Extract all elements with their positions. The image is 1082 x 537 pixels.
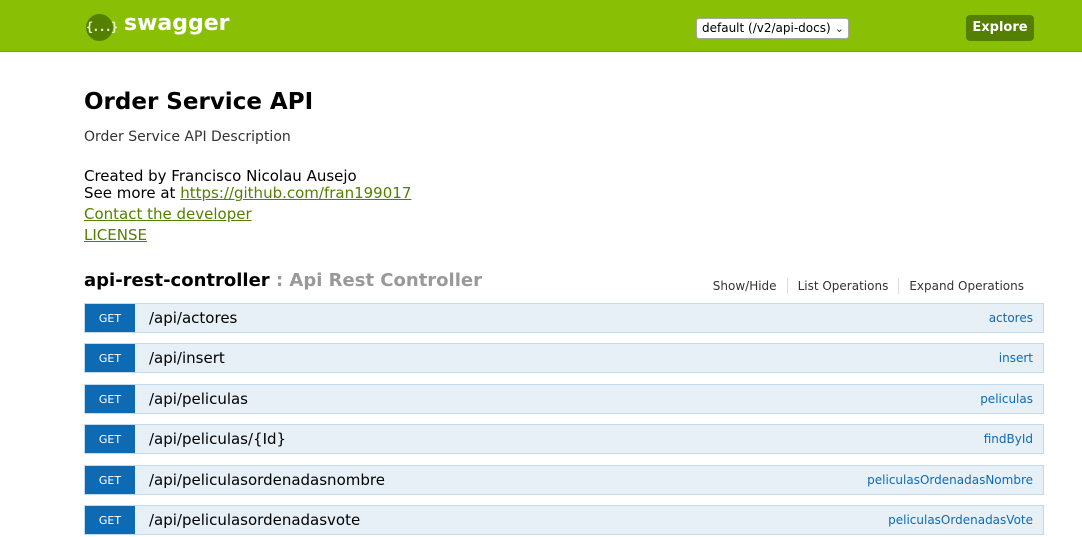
resource-actions: Show/Hide List Operations Expand Operati… <box>703 278 1034 294</box>
spec-select-value: default (/v2/api-docs) <box>702 21 831 35</box>
api-description: Order Service API Description <box>84 129 291 145</box>
method-badge[interactable]: GET <box>85 344 135 373</box>
see-more: See more at https://github.com/fran19901… <box>84 185 411 202</box>
swagger-logo-text[interactable]: swagger <box>124 11 230 36</box>
operation-row[interactable]: GET /api/actores actores <box>84 303 1044 333</box>
operation-row[interactable]: GET /api/peliculasordenadasvote pelicula… <box>84 504 1044 535</box>
github-link[interactable]: https://github.com/fran199017 <box>180 184 411 202</box>
contact-developer-link[interactable]: Contact the developer <box>84 205 252 223</box>
see-more-prefix: See more at <box>84 184 181 202</box>
operations-list: GET /api/actores actores GET /api/insert… <box>84 303 1044 537</box>
operation-row[interactable]: GET /api/insert insert <box>84 343 1044 374</box>
operation-row[interactable]: GET /api/peliculas peliculas <box>84 383 1044 414</box>
method-badge[interactable]: GET <box>85 304 135 332</box>
license-link[interactable]: LICENSE <box>84 226 147 244</box>
top-bar: {...} swagger default (/v2/api-docs) ⌄ E… <box>0 0 1082 52</box>
operation-nickname[interactable]: insert <box>999 344 1033 372</box>
operation-row[interactable]: GET /api/peliculasordenadasnombre pelicu… <box>84 464 1044 495</box>
operation-nickname[interactable]: peliculasOrdenadasNombre <box>867 466 1033 494</box>
explore-button[interactable]: Explore <box>966 15 1034 41</box>
operation-path[interactable]: /api/insert <box>149 344 225 372</box>
operation-path[interactable]: /api/peliculasordenadasvote <box>149 506 360 534</box>
operation-row[interactable]: GET /api/peliculas/{Id} findById <box>84 424 1044 455</box>
show-hide-link[interactable]: Show/Hide <box>703 278 787 294</box>
operation-nickname[interactable]: findById <box>984 425 1033 453</box>
list-operations-link[interactable]: List Operations <box>786 278 899 294</box>
resource-description: : Api Rest Controller <box>269 270 482 291</box>
resource-name-link[interactable]: api-rest-controller <box>84 270 270 291</box>
operation-path[interactable]: /api/peliculas/{Id} <box>149 425 286 453</box>
contact-block: Created by Francisco Nicolau Ausejo See … <box>84 168 411 202</box>
method-badge[interactable]: GET <box>85 384 135 413</box>
operation-nickname[interactable]: peliculas <box>980 385 1033 413</box>
expand-operations-link[interactable]: Expand Operations <box>898 278 1034 294</box>
method-badge[interactable]: GET <box>85 505 135 534</box>
license-label[interactable]: LICENSE <box>84 226 147 244</box>
operation-nickname[interactable]: actores <box>989 304 1033 332</box>
method-badge[interactable]: GET <box>85 425 135 454</box>
resource-heading: api-rest-controller : Api Rest Controlle… <box>84 270 482 291</box>
api-title: Order Service API <box>84 89 314 115</box>
operation-path[interactable]: /api/peliculas <box>149 385 248 413</box>
operation-nickname[interactable]: peliculasOrdenadasVote <box>888 506 1033 534</box>
chevron-down-icon: ⌄ <box>834 22 844 35</box>
operation-path[interactable]: /api/peliculasordenadasnombre <box>149 466 385 494</box>
method-badge[interactable]: GET <box>85 465 135 494</box>
contact-developer-label[interactable]: Contact the developer <box>84 205 252 223</box>
operation-path[interactable]: /api/actores <box>149 304 237 332</box>
swagger-logo-icon[interactable]: {...} <box>86 14 118 41</box>
spec-select[interactable]: default (/v2/api-docs) ⌄ <box>696 18 849 39</box>
created-by: Created by Francisco Nicolau Ausejo <box>84 167 357 185</box>
